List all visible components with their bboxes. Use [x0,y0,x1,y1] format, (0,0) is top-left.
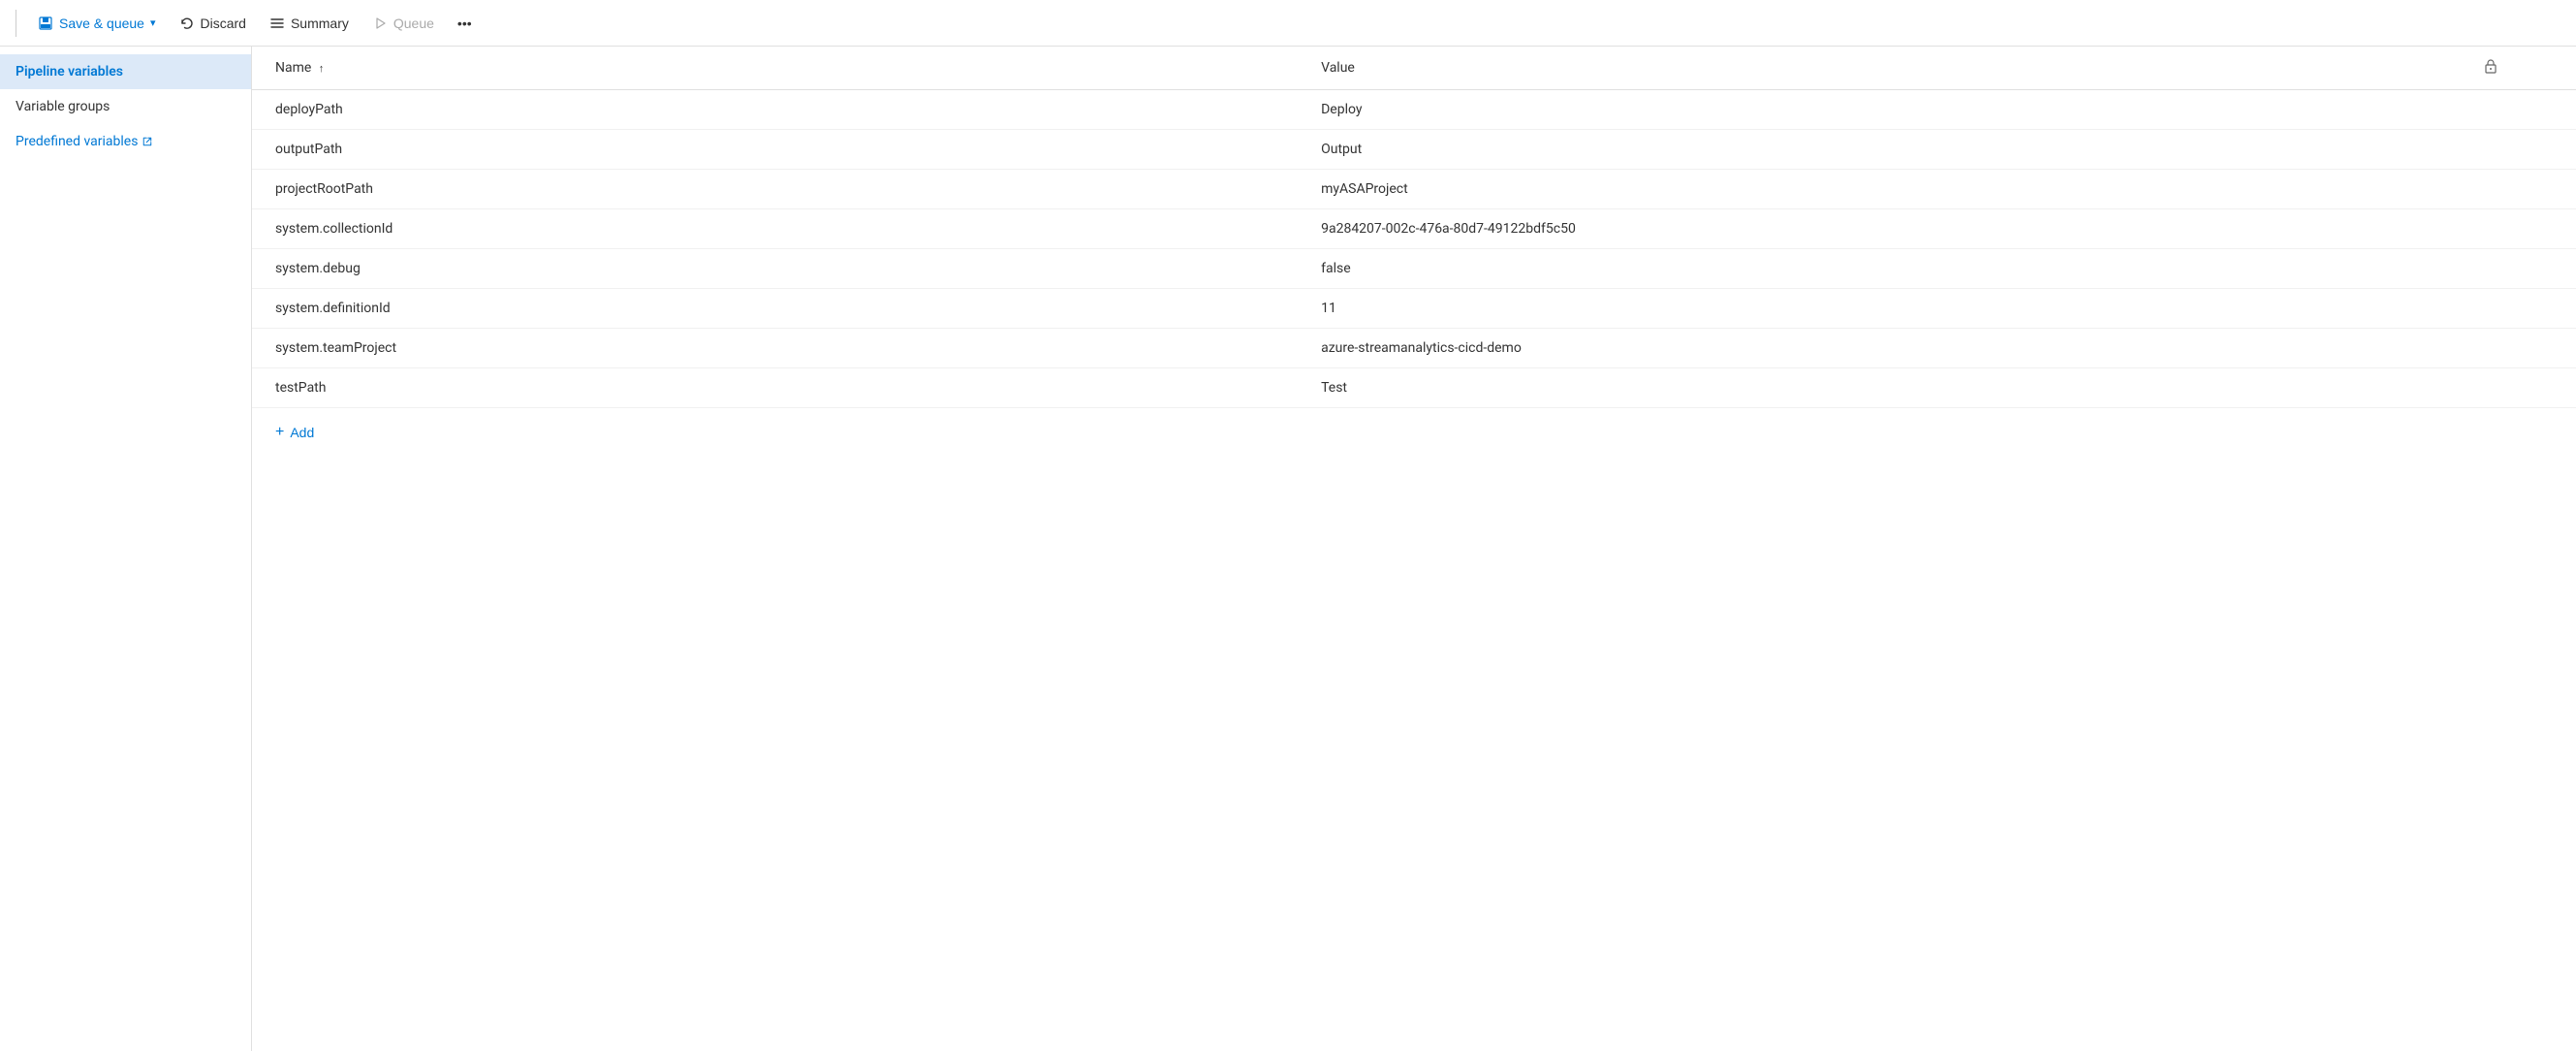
table-row: outputPath Output [252,130,2576,170]
sidebar-item-predefined-variables[interactable]: Predefined variables [0,124,251,159]
external-link-icon [141,136,153,147]
variable-name: system.debug [252,249,1298,289]
col-header-value: Value [1298,47,2460,90]
table-row: testPath Test [252,368,2576,408]
table-row: projectRootPath myASAProject [252,170,2576,209]
save-queue-button[interactable]: Save & queue ▾ [28,10,166,37]
chevron-down-icon: ▾ [150,16,156,29]
add-icon: + [275,424,284,441]
toolbar: Save & queue ▾ Discard Summary Queue ••• [0,0,2576,47]
add-variable-button[interactable]: + Add [252,412,337,453]
variable-value: 9a284207-002c-476a-80d7-49122bdf5c50 [1298,209,2460,249]
sidebar-item-variable-groups[interactable]: Variable groups [0,89,251,124]
variable-value: Output [1298,130,2460,170]
main-layout: Pipeline variables Variable groups Prede… [0,47,2576,1051]
variable-value: false [1298,249,2460,289]
variable-lock-cell [2460,90,2576,130]
table-row: system.collectionId 9a284207-002c-476a-8… [252,209,2576,249]
queue-button[interactable]: Queue [362,10,444,37]
save-queue-label: Save & queue [59,16,144,31]
save-icon [38,16,53,31]
summary-button[interactable]: Summary [260,10,359,37]
content-area: Name ↑ Value d [252,47,2576,1051]
lock-header-icon [2483,58,2498,74]
variable-lock-cell [2460,329,2576,368]
variable-value: Deploy [1298,90,2460,130]
col-header-name[interactable]: Name ↑ [252,47,1298,90]
variable-name: system.definitionId [252,289,1298,329]
more-icon: ••• [457,16,472,31]
variable-value: azure-streamanalytics-cicd-demo [1298,329,2460,368]
variable-lock-cell [2460,368,2576,408]
discard-label: Discard [201,16,246,31]
variable-lock-cell [2460,289,2576,329]
more-button[interactable]: ••• [448,10,482,37]
table-row: system.teamProject azure-streamanalytics… [252,329,2576,368]
table-row: deployPath Deploy [252,90,2576,130]
variables-table: Name ↑ Value d [252,47,2576,408]
variable-lock-cell [2460,170,2576,209]
table-row: system.debug false [252,249,2576,289]
queue-icon [372,16,388,31]
table-row: system.definitionId 11 [252,289,2576,329]
variable-lock-cell [2460,209,2576,249]
variable-lock-cell [2460,249,2576,289]
discard-button[interactable]: Discard [170,10,256,37]
sidebar: Pipeline variables Variable groups Prede… [0,47,252,1051]
sidebar-item-pipeline-variables[interactable]: Pipeline variables [0,54,251,89]
summary-label: Summary [291,16,349,31]
variable-name: system.teamProject [252,329,1298,368]
sort-icon: ↑ [319,62,325,75]
variable-value: myASAProject [1298,170,2460,209]
variable-name: deployPath [252,90,1298,130]
variable-value: Test [1298,368,2460,408]
add-label: Add [290,425,314,440]
queue-label: Queue [393,16,434,31]
variable-lock-cell [2460,130,2576,170]
discard-icon [179,16,195,31]
variable-name: system.collectionId [252,209,1298,249]
variable-name: projectRootPath [252,170,1298,209]
variable-value: 11 [1298,289,2460,329]
col-header-lock [2460,47,2576,90]
variable-name: outputPath [252,130,1298,170]
summary-icon [269,16,285,31]
variable-name: testPath [252,368,1298,408]
